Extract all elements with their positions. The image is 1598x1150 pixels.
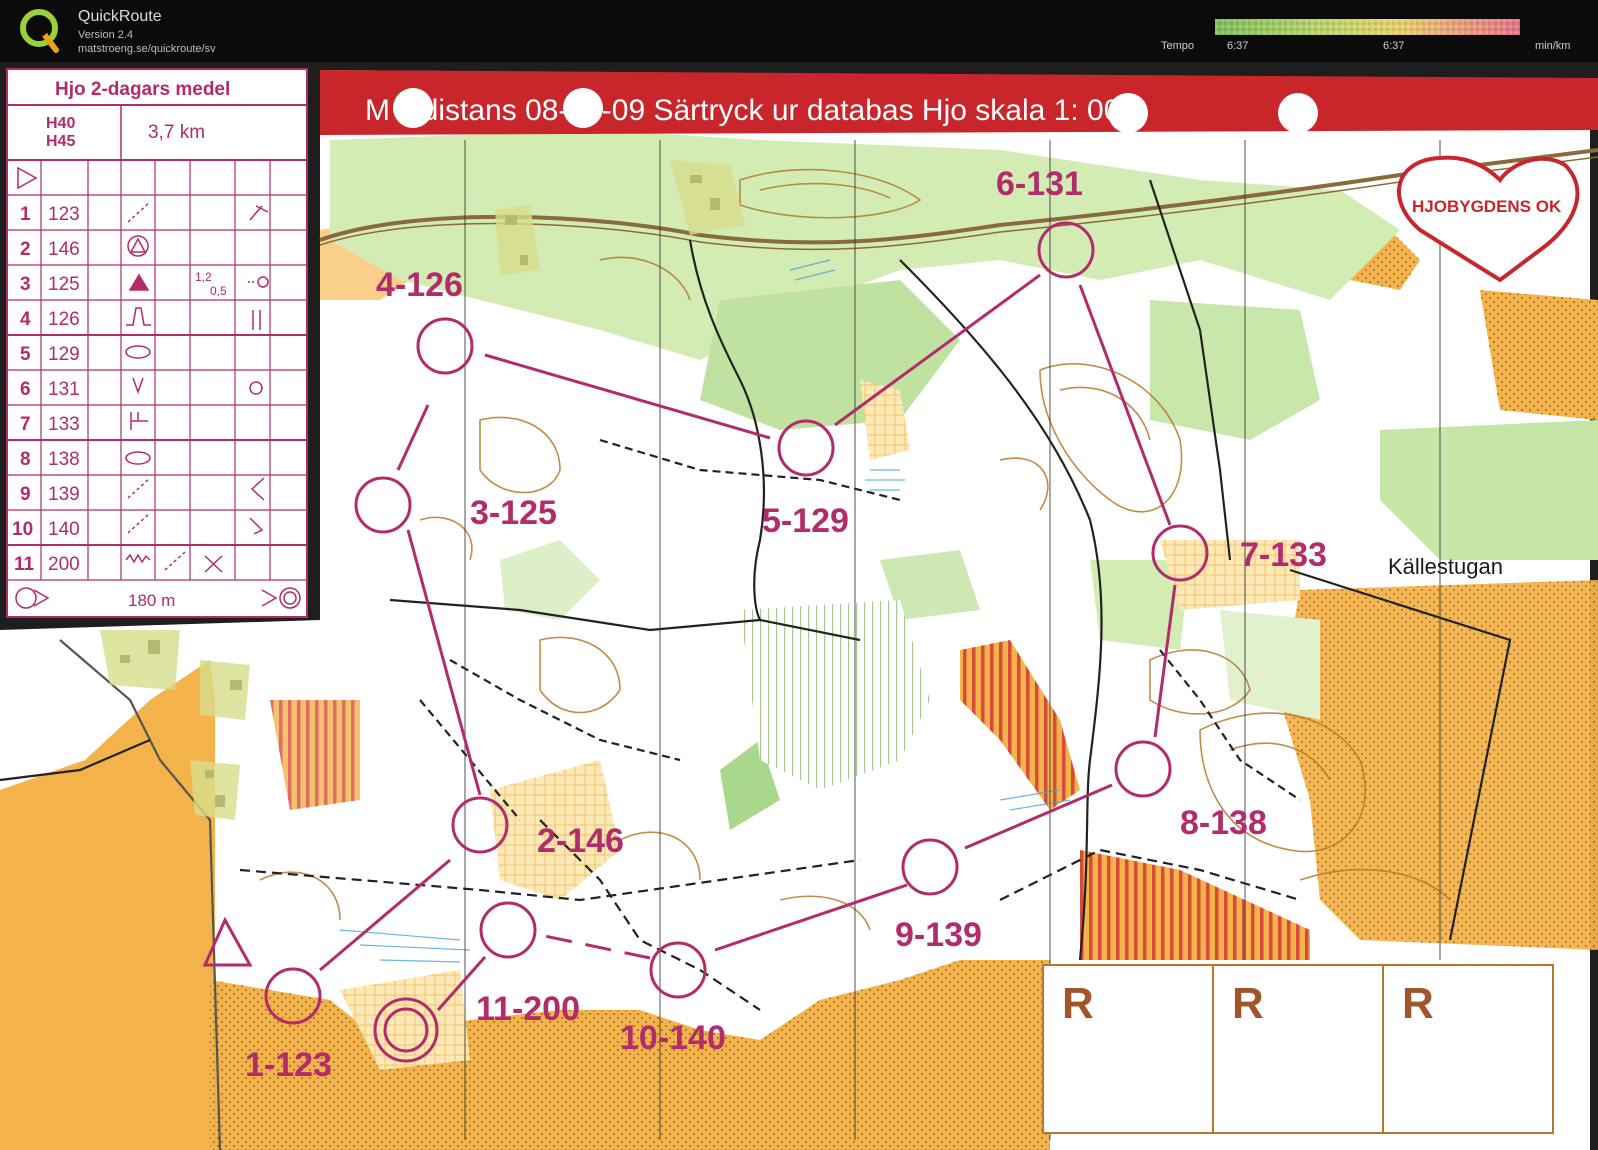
control-label-11: 11-200 bbox=[476, 990, 580, 1028]
r-box-2: R bbox=[1232, 979, 1264, 1028]
header-hole-2 bbox=[563, 88, 603, 128]
desc-row-6-num: 6 bbox=[20, 379, 31, 400]
desc-distance: 3,7 km bbox=[148, 122, 205, 143]
app-title: QuickRoute bbox=[78, 8, 162, 25]
quickroute-logo-icon bbox=[20, 9, 59, 53]
desc-row-9-num: 9 bbox=[20, 484, 31, 505]
app-version: Version 2.4 bbox=[78, 29, 134, 41]
control-label-7: 7-133 bbox=[1240, 536, 1327, 574]
desc-row-9-code: 139 bbox=[48, 484, 80, 505]
desc-row-6-code: 131 bbox=[48, 379, 80, 400]
r-box-3: R bbox=[1402, 979, 1434, 1028]
header-hole-4 bbox=[1278, 93, 1318, 133]
control-label-5: 5-129 bbox=[762, 502, 849, 540]
desc-class-2: H45 bbox=[46, 133, 75, 150]
orienteering-map[interactable]: M eldistans 08-08-09 Särtryck ur databas… bbox=[0, 62, 1598, 1150]
tempo-label: Tempo bbox=[1161, 40, 1195, 52]
control-label-4: 4-126 bbox=[376, 266, 463, 304]
map-header-text: M eldistans 08-08-09 Särtryck ur databas… bbox=[365, 94, 1137, 127]
control-label-9: 9-139 bbox=[895, 916, 982, 954]
desc-row-4-num: 4 bbox=[20, 309, 31, 330]
control-label-8: 8-138 bbox=[1180, 804, 1267, 842]
desc-row-5-code: 129 bbox=[48, 344, 80, 365]
desc-row-3-dims-top: 1,2 bbox=[195, 270, 212, 284]
header-hole-1 bbox=[393, 88, 433, 128]
desc-title: Hjo 2-dagars medel bbox=[55, 79, 230, 100]
header-hole-3 bbox=[1108, 93, 1148, 133]
desc-row-7-num: 7 bbox=[20, 414, 31, 435]
desc-row-4-code: 126 bbox=[48, 309, 80, 330]
control-label-6: 6-131 bbox=[996, 165, 1083, 203]
map-header-band: M eldistans 08-08-09 Särtryck ur databas… bbox=[320, 70, 1598, 135]
control-label-3: 3-125 bbox=[470, 494, 557, 532]
desc-row-5-num: 5 bbox=[20, 344, 31, 365]
app-toolbar: QuickRoute Version 2.4 matstroeng.se/qui… bbox=[0, 0, 1598, 62]
desc-row-11-code: 200 bbox=[48, 554, 80, 575]
desc-class-1: H40 bbox=[46, 115, 75, 132]
desc-row-8-num: 8 bbox=[20, 449, 31, 470]
place-name-kallestugan: Källestugan bbox=[1388, 554, 1503, 579]
desc-row-2-code: 146 bbox=[48, 239, 80, 260]
app-url[interactable]: matstroeng.se/quickroute/sv bbox=[78, 43, 216, 55]
control-label-1: 1-123 bbox=[245, 1046, 332, 1084]
desc-row-10-code: 140 bbox=[48, 519, 80, 540]
desc-row-7-code: 133 bbox=[48, 414, 80, 435]
control-label-10: 10-140 bbox=[620, 1019, 726, 1057]
desc-row-2-num: 2 bbox=[20, 239, 31, 260]
tempo-color-scale[interactable] bbox=[1215, 19, 1520, 35]
desc-row-1-num: 1 bbox=[20, 204, 31, 225]
desc-row-3-num: 3 bbox=[20, 274, 31, 295]
desc-row-11-num: 11 bbox=[14, 554, 35, 575]
desc-row-3-dims-bottom: 0,5 bbox=[210, 284, 227, 298]
control-label-2: 2-146 bbox=[537, 822, 624, 860]
tempo-value-mid: 6:37 bbox=[1383, 40, 1405, 52]
desc-row-10-num: 10 bbox=[12, 519, 33, 540]
desc-finish-distance: 180 m bbox=[128, 591, 175, 610]
r-box-1: R bbox=[1062, 979, 1094, 1028]
tempo-value-left: 6:37 bbox=[1227, 40, 1249, 52]
club-logo-text: HJOBYGDENS OK bbox=[1412, 197, 1562, 216]
desc-row-1-code: 123 bbox=[48, 204, 80, 225]
r-boxes: R R R bbox=[1042, 964, 1554, 1134]
desc-row-8-code: 138 bbox=[48, 449, 80, 470]
tempo-unit: min/km bbox=[1535, 40, 1571, 52]
desc-row-3-code: 125 bbox=[48, 274, 80, 295]
control-description-sheet: Hjo 2-dagars medel H40 H45 3,7 km 1 123 … bbox=[6, 68, 308, 618]
